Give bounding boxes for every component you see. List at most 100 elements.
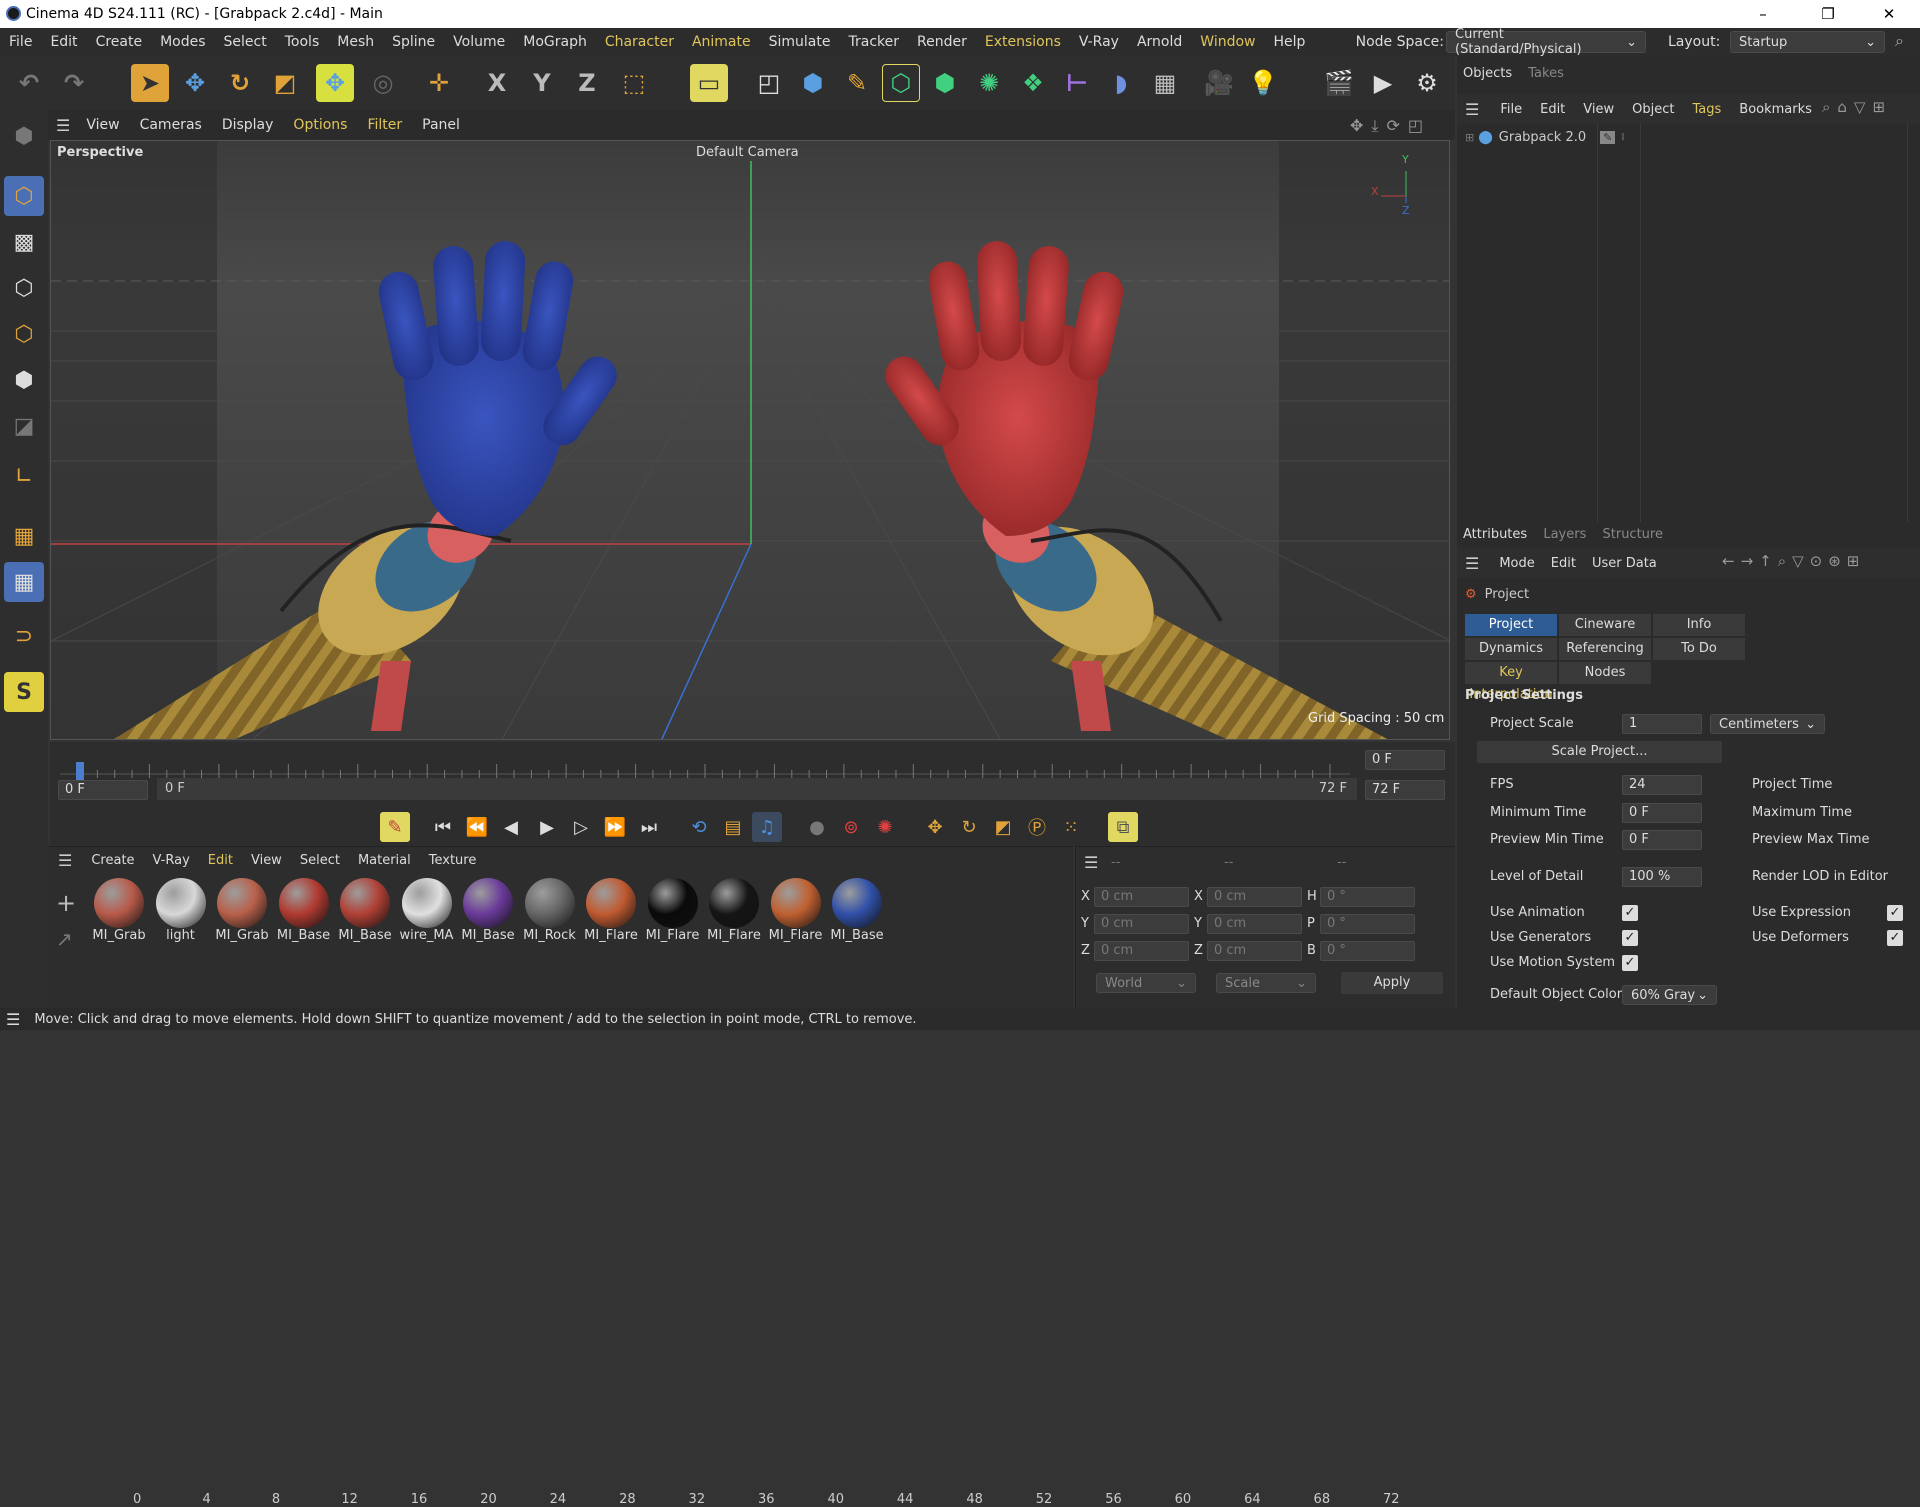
expand-icon[interactable]: ⊞ [1465, 131, 1474, 144]
coord-value-field[interactable]: 0 cm [1207, 914, 1302, 934]
film-icon[interactable]: ▤ [718, 812, 748, 842]
previous-key-icon[interactable]: ⏪ [462, 812, 492, 842]
coord-value-field[interactable]: 0 ° [1320, 941, 1415, 961]
workplane-icon[interactable]: ▦ [4, 516, 44, 556]
menu-tools[interactable]: Tools [276, 34, 329, 50]
go-to-end-icon[interactable]: ⏭ [634, 812, 664, 842]
hamburger-menu-icon[interactable]: ☰ [1457, 554, 1491, 573]
axis-mode-icon[interactable]: ∟ [4, 456, 44, 496]
material-swatch[interactable]: light [152, 878, 210, 943]
previous-frame-icon[interactable]: ◀ [496, 812, 526, 842]
material-swatch[interactable]: MI_Base [275, 878, 333, 943]
select-tool-icon[interactable]: ➤ [131, 64, 169, 102]
menu-animate[interactable]: Animate [683, 34, 760, 50]
viewport-menu-filter[interactable]: Filter [357, 117, 412, 133]
material-swatch[interactable]: MI_Grab [213, 878, 271, 943]
x-axis-lock-button[interactable]: X [478, 64, 516, 102]
coord-value-field[interactable]: 0 cm [1094, 887, 1189, 907]
key-scale-icon[interactable]: ◩ [988, 812, 1018, 842]
key-rotation-icon[interactable]: ↻ [954, 812, 984, 842]
polygons-mode-icon[interactable]: ⬢ [4, 360, 44, 400]
coord-value-field[interactable]: 0 cm [1094, 941, 1189, 961]
hamburger-menu-icon[interactable]: ☰ [48, 851, 82, 870]
tab-objects[interactable]: Objects [1457, 66, 1518, 81]
menu-arnold[interactable]: Arnold [1128, 34, 1191, 50]
make-editable-icon[interactable]: ⬢ [4, 116, 44, 156]
attr-tab-dynamics[interactable]: Dynamics [1465, 638, 1557, 660]
edges-mode-icon[interactable]: ⬡ [4, 314, 44, 354]
key-position-icon[interactable]: ✥ [920, 812, 950, 842]
menu-render[interactable]: Render [908, 34, 976, 50]
scale-tool-icon[interactable]: ◩ [266, 64, 304, 102]
move-tool-icon[interactable]: ✥ [176, 64, 214, 102]
material-menu-edit[interactable]: Edit [199, 853, 242, 868]
material-swatch[interactable]: MI_Grab [90, 878, 148, 943]
undo-button[interactable]: ↶ [10, 64, 48, 102]
camera-icon[interactable]: 🎥 [1200, 64, 1238, 102]
object-manager-tool-icons[interactable]: ⌕⌂▽⊞ [1822, 98, 1892, 116]
render-view-icon[interactable]: ◰ [750, 64, 788, 102]
perspective-viewport[interactable]: Perspective Default Camera Grid Spacing … [50, 140, 1450, 740]
autokey-icon[interactable]: ⊚ [836, 812, 866, 842]
camera-label[interactable]: Default Camera [696, 145, 799, 160]
motion-record-icon[interactable]: ● [802, 812, 832, 842]
project-scale-field[interactable]: 1 [1622, 714, 1702, 734]
script-s-icon[interactable]: S [4, 672, 44, 712]
coordinate-scale-select[interactable]: Scale ⌄ [1216, 973, 1316, 993]
uv-mode-icon[interactable]: ◪ [4, 406, 44, 446]
menu-extensions[interactable]: Extensions [976, 34, 1070, 50]
search-icon[interactable]: ⌕ [1895, 31, 1904, 51]
placement-tool-icon[interactable]: ◎ [364, 64, 402, 102]
menu-file[interactable]: File [0, 34, 41, 50]
attr-tab-info[interactable]: Info [1653, 614, 1745, 636]
hamburger-menu-icon[interactable]: ☰ [0, 1010, 34, 1029]
node-space-select[interactable]: Current (Standard/Physical) ⌄ [1446, 27, 1646, 57]
menu-help[interactable]: Help [1264, 34, 1314, 50]
material-menu-view[interactable]: View [242, 853, 291, 868]
object-menu-view[interactable]: View [1574, 102, 1623, 117]
tab-layers[interactable]: Layers [1537, 522, 1592, 548]
material-swatch[interactable]: MI_Flare [767, 878, 825, 943]
fps-field[interactable]: 24 [1622, 775, 1702, 795]
material-swatch[interactable]: MI_Flare [644, 878, 702, 943]
tab-structure[interactable]: Structure [1597, 522, 1669, 548]
schedule-icon[interactable]: ⧉ [1108, 812, 1138, 842]
pen-spline-icon[interactable]: ✎ [838, 64, 876, 102]
material-link-icon[interactable]: ↗ [56, 927, 73, 951]
keyframe-selection-icon[interactable]: ✺ [870, 812, 900, 842]
menu-tracker[interactable]: Tracker [839, 34, 908, 50]
next-key-icon[interactable]: ⏩ [600, 812, 630, 842]
key-param-icon[interactable]: Ⓟ [1022, 812, 1052, 842]
coordinate-world-select[interactable]: World ⌄ [1096, 973, 1196, 993]
coord-value-field[interactable]: 0 cm [1207, 887, 1302, 907]
menu-modes[interactable]: Modes [151, 34, 214, 50]
hamburger-menu-icon[interactable]: ☰ [48, 116, 76, 135]
use-animation-checkbox[interactable]: ✓ [1622, 905, 1638, 921]
edit-render-settings-icon[interactable]: ⚙ [1408, 64, 1446, 102]
cloner-icon[interactable]: ✺ [970, 64, 1008, 102]
menu-volume[interactable]: Volume [444, 34, 514, 50]
render-settings-icon[interactable]: 🎬 [1320, 64, 1358, 102]
locked-workplane-icon[interactable]: ▦ [4, 562, 44, 602]
field-icon[interactable]: ◗ [1102, 64, 1140, 102]
attr-tab-cineware[interactable]: Cineware [1559, 614, 1651, 636]
attr-tab-key-interpolation[interactable]: Key Interpolation [1465, 662, 1557, 702]
material-menu-v-ray[interactable]: V-Ray [144, 853, 199, 868]
subdivision-icon[interactable]: ⬡ [882, 64, 920, 102]
y-axis-lock-button[interactable]: Y [523, 64, 561, 102]
viewport-menu-view[interactable]: View [76, 117, 129, 133]
use-generators-checkbox[interactable]: ✓ [1622, 930, 1638, 946]
viewport-menu-cameras[interactable]: Cameras [130, 117, 212, 133]
coord-value-field[interactable]: 0 ° [1320, 887, 1415, 907]
layout-select[interactable]: Startup ⌄ [1730, 31, 1885, 53]
use-motion-checkbox[interactable]: ✓ [1622, 955, 1638, 971]
menu-character[interactable]: Character [596, 34, 683, 50]
material-swatch[interactable]: MI_Rock [521, 878, 579, 943]
key-pla-icon[interactable]: ⁙ [1056, 812, 1086, 842]
material-menu-texture[interactable]: Texture [420, 853, 486, 868]
object-menu-bookmarks[interactable]: Bookmarks [1730, 102, 1821, 117]
material-menu-select[interactable]: Select [291, 853, 349, 868]
attribute-menu-mode[interactable]: Mode [1491, 556, 1542, 571]
object-menu-object[interactable]: Object [1623, 102, 1683, 117]
menu-v-ray[interactable]: V-Ray [1070, 34, 1128, 50]
